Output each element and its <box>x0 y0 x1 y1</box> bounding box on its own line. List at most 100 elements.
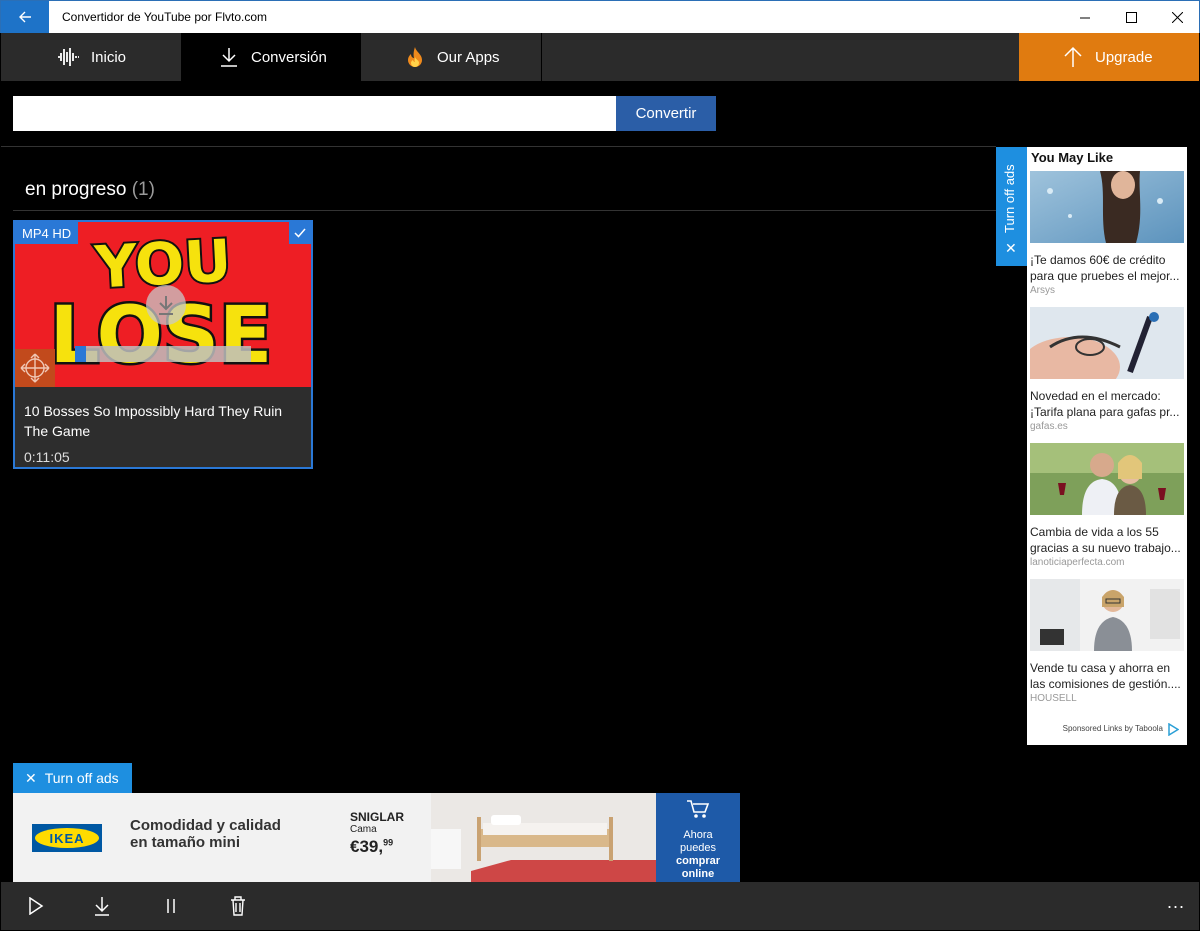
ad-source: lanoticiaperfecta.com <box>1030 557 1125 568</box>
bed-image <box>431 793 656 882</box>
ad-text-line2: gracias a su nuevo trabajo... <box>1030 541 1181 555</box>
video-thumbnail: YOU LOSE MP4 HD <box>15 222 311 387</box>
sponsored-footer[interactable]: Sponsored Links by Taboola <box>1063 724 1163 733</box>
ad-source: HOUSELL <box>1030 693 1077 704</box>
ad-text-line1: Cambia de vida a los 55 <box>1030 525 1159 539</box>
cta-line4-text: online <box>681 868 715 880</box>
ad-image <box>1030 171 1184 243</box>
ad-item[interactable]: Vende tu casa y ahorra en las comisiones… <box>1030 579 1185 704</box>
banner-ad[interactable]: IKEA Comodidad y calidad en tamaño mini … <box>13 793 740 882</box>
video-title: 10 Bosses So Impossibly Hard They Ruin T… <box>24 403 283 439</box>
product-price: €39,99 <box>350 837 393 857</box>
download-button[interactable] <box>90 894 114 918</box>
product-type: Cama <box>350 824 377 835</box>
checkmark-icon <box>294 228 306 238</box>
tab-our-apps-label: Our Apps <box>437 48 500 66</box>
tab-conversion-label: Conversión <box>251 48 327 66</box>
ad-item[interactable]: Cambia de vida a los 55 gracias a su nue… <box>1030 443 1185 568</box>
upgrade-label: Upgrade <box>1095 48 1153 66</box>
banner-headline-line2: en tamaño mini <box>130 834 241 851</box>
ad-text-line1: ¡Te damos 60€ de crédito <box>1030 253 1166 267</box>
arrow-up-icon <box>1064 46 1082 67</box>
ikea-logo: IKEA <box>32 824 102 852</box>
nav-bar: Inicio Conversión Our Apps Upgrade <box>1 33 1199 81</box>
back-arrow-icon <box>19 11 31 23</box>
convert-button[interactable]: Convertir <box>616 96 716 131</box>
progress-fill <box>75 346 86 362</box>
download-icon <box>95 897 109 916</box>
ikea-logo-text: IKEA <box>35 828 99 848</box>
ad-item[interactable]: ¡Te damos 60€ de crédito para que pruebe… <box>1030 171 1185 296</box>
ad-image <box>1020 307 1184 397</box>
cta-line4: online <box>656 868 740 881</box>
bottom-toolbar: ... <box>1 882 1199 930</box>
download-icon <box>221 48 237 67</box>
price-cents: 99 <box>383 837 394 848</box>
tab-inicio[interactable]: Inicio <box>1 33 181 81</box>
ad-text-line2: ¡Tarifa plana para gafas pr... <box>1030 405 1180 419</box>
progress-bar <box>75 346 251 362</box>
cta-line3: comprar <box>656 855 740 868</box>
ad-item[interactable]: Novedad en el mercado: ¡Tarifa plana par… <box>1020 307 1185 432</box>
banner-headline: Comodidad y calidad en tamaño mini <box>130 817 281 851</box>
cta-line1: Ahora <box>683 829 713 841</box>
delete-button[interactable] <box>226 894 250 918</box>
close-icon <box>1171 11 1183 23</box>
ad-image <box>1030 579 1184 651</box>
product-name: SNIGLAR <box>350 810 404 824</box>
ad-text-line2: para que pruebes el mejor... <box>1030 269 1180 283</box>
cta-line3-text: comprar <box>675 855 721 867</box>
tab-conversion[interactable]: Conversión <box>181 33 361 81</box>
video-card[interactable]: YOU LOSE MP4 HD 10 Bosses So Impossibly … <box>13 220 313 469</box>
close-ads-icon: ✕ <box>25 769 37 786</box>
cta-line2: puedes <box>679 842 717 854</box>
play-button[interactable] <box>24 894 48 918</box>
side-ad-panel: You May Like ¡Te damos 60€ de crédito pa… <box>1020 147 1187 745</box>
section-title: en progreso (1) <box>25 179 155 201</box>
minimize-button[interactable] <box>1062 1 1108 33</box>
download-arrow-icon <box>159 296 173 315</box>
pause-icon <box>167 899 175 913</box>
move-handle[interactable] <box>15 349 55 387</box>
maximize-icon <box>1125 11 1137 23</box>
play-icon <box>29 897 44 915</box>
url-input[interactable] <box>13 96 616 131</box>
turn-off-ads-label: Turn off ads <box>44 770 119 786</box>
ad-text-line2: las comisiones de gestión.... <box>1030 677 1181 691</box>
banner-headline-line1: Comodidad y calidad <box>130 817 281 834</box>
adchoices-icon[interactable] <box>1167 723 1179 736</box>
side-ad-title: You May Like <box>1031 150 1114 165</box>
ad-source: Arsys <box>1030 285 1055 296</box>
back-button[interactable] <box>1 1 49 33</box>
ad-source: gafas.es <box>1030 421 1068 432</box>
trash-icon <box>231 896 245 916</box>
section-count: (1) <box>131 179 155 200</box>
pause-button[interactable] <box>159 894 183 918</box>
waveform-icon <box>58 48 79 66</box>
download-status <box>146 285 186 325</box>
flame-icon <box>408 47 422 67</box>
format-badge: MP4 HD <box>15 222 79 244</box>
section-divider <box>13 210 996 211</box>
tab-our-apps[interactable]: Our Apps <box>361 33 542 81</box>
minimize-icon <box>1079 17 1090 18</box>
close-button[interactable] <box>1154 1 1200 33</box>
select-checkbox[interactable] <box>289 222 311 244</box>
divider <box>1 146 996 147</box>
video-duration: 0:11:05 <box>24 449 70 465</box>
shop-online-button[interactable]: Ahora puedes comprar online <box>656 793 740 882</box>
window-title: Convertidor de YouTube por Flvto.com <box>62 10 268 24</box>
close-ads-icon: ✕ <box>1005 240 1017 256</box>
turn-off-ads-button[interactable]: ✕ Turn off ads <box>13 763 132 793</box>
maximize-button[interactable] <box>1108 1 1154 33</box>
turn-off-ads-side-button[interactable]: Turn off ads ✕ <box>996 147 1027 266</box>
section-title-text: en progreso <box>25 179 127 200</box>
shopping-cart-icon <box>687 800 710 818</box>
upgrade-button[interactable]: Upgrade <box>1019 33 1199 81</box>
turn-off-ads-side-label: Turn off ads <box>1002 164 1017 233</box>
title-bar: Convertidor de YouTube por Flvto.com <box>0 0 1200 33</box>
tab-inicio-label: Inicio <box>91 48 127 66</box>
more-options-button[interactable]: ... <box>1167 892 1185 913</box>
move-arrows-icon <box>20 353 50 383</box>
ad-text-line1: Novedad en el mercado: <box>1030 389 1161 403</box>
